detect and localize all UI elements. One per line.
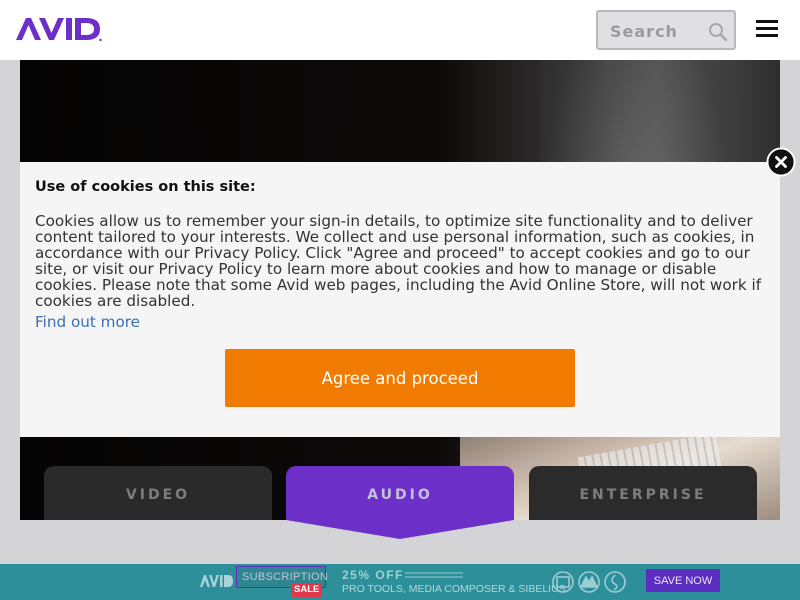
product-icons (552, 571, 626, 593)
save-now-button[interactable]: SAVE NOW (646, 569, 720, 592)
hamburger-icon[interactable] (756, 20, 778, 38)
discount-text: 25% OFF (342, 568, 404, 582)
agree-and-proceed-button[interactable]: Agree and proceed (225, 349, 575, 407)
menu-bar (756, 20, 778, 23)
sale-badge: SALE (291, 584, 322, 597)
menu-bar (756, 34, 778, 37)
promo-fine-print (405, 572, 463, 580)
find-out-more-link[interactable]: Find out more (35, 313, 140, 331)
media-composer-icon (552, 571, 574, 593)
search-box (596, 10, 736, 50)
tab-enterprise[interactable]: ENTERPRISE (529, 466, 757, 520)
active-tab-pointer (286, 520, 514, 539)
tab-audio[interactable]: AUDIO (286, 466, 514, 520)
close-circle-icon[interactable] (766, 147, 796, 177)
tab-video[interactable]: VIDEO (44, 466, 272, 520)
magnifier-icon[interactable] (708, 22, 728, 42)
site-header (0, 0, 800, 60)
menu-bar (756, 27, 778, 30)
subscription-text: SUBSCRIPTION (242, 571, 329, 583)
search-input[interactable] (610, 20, 706, 42)
avid-logo[interactable] (16, 16, 102, 42)
sale-text: SALE (294, 584, 320, 595)
cookie-consent-dialog: Use of cookies on this site: Cookies all… (20, 162, 780, 437)
cookie-dialog-title: Use of cookies on this site: (35, 179, 256, 195)
pro-tools-icon (578, 571, 600, 593)
promo-avid-logo (200, 575, 233, 587)
sibelius-icon (604, 571, 626, 593)
cookie-dialog-body: Cookies allow us to remember your sign-i… (35, 212, 762, 310)
promo-products: PRO TOOLS, MEDIA COMPOSER & SIBELIUS (342, 583, 566, 595)
promo-banner[interactable]: SUBSCRIPTION SALE 25% OFF PRO TOOLS, MED… (0, 564, 800, 600)
